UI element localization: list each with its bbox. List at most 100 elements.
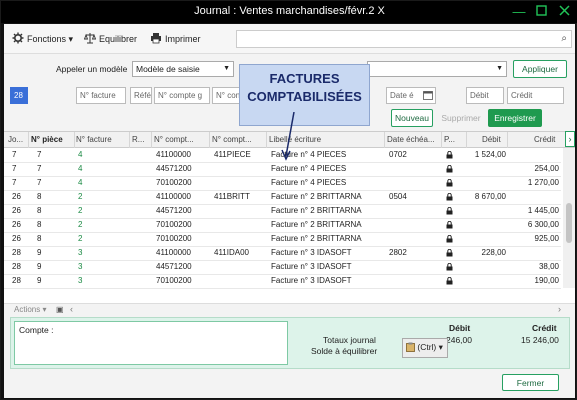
chevron-right-icon[interactable]: › [565,131,575,147]
lock-icon [446,192,453,201]
cell-label: Facture n° 3 IDASOFT [271,262,352,271]
col-divider[interactable] [441,132,442,148]
col-header-day[interactable]: Jo... [8,135,23,144]
scroll-left-icon[interactable]: ‹ [70,304,73,314]
chevron-down-icon: ▼ [496,65,503,72]
account-comment-field[interactable]: Compte : [14,321,288,365]
table-row[interactable]: 28 9 3 41100000 411IDA00 Facture n° 3 IDASOFT… [4,246,561,261]
close-button[interactable]: Fermer [502,374,559,391]
cell-account: 44571200 [156,262,192,271]
scale-icon [84,33,96,44]
model-select-value: Modèle de saisie [136,64,200,74]
col-header-account[interactable]: N° compt... [154,135,194,144]
col-divider[interactable] [151,132,152,148]
col-divider[interactable] [129,132,130,148]
grid-bottom-bar: Actions ▾ ▣ ‹ › [4,303,575,315]
total-credit-value: 15 246,00 [521,335,559,345]
cell-invoice: 3 [78,276,83,285]
table-row[interactable]: 28 9 3 44571200 Facture n° 3 IDASOFT 38,00 [4,260,561,275]
day-field[interactable]: 28 [10,87,28,104]
col-divider[interactable] [209,132,210,148]
toolbar: Fonctions ▾ Equilibrer Imprimer ⌕ [4,24,575,54]
table-row[interactable]: 26 8 2 44571200 Facture n° 2 BRITTARNA 1 445,… [4,204,561,219]
window-title-text: Journal : Ventes marchandises/févr.2 [194,5,375,17]
cell-day: 26 [12,206,21,215]
col-header-p[interactable]: P... [444,135,455,144]
delete-button[interactable]: Supprimer [438,109,484,127]
col-header-ref[interactable]: R... [132,135,144,144]
invoice-number-field[interactable]: N° facture [76,87,126,104]
col-divider[interactable] [266,132,267,148]
col-divider[interactable] [74,132,75,148]
apply-button[interactable]: Appliquer [513,60,567,78]
lock-icon [446,220,453,229]
actions-menu[interactable]: Actions ▾ [14,305,46,314]
balance-label: Solde à équilibrer [311,346,378,356]
totals-footer: Compte : Débit Crédit Totaux journal Sol… [10,317,570,369]
new-button[interactable]: Nouveau [391,109,433,127]
col-header-credit[interactable]: Crédit [534,135,555,144]
cell-label: Facture n° 2 BRITTARNA [271,192,362,201]
cell-account: 70100200 [156,276,192,285]
cell-credit: 190,00 [534,276,559,285]
cell-label: Facture n° 3 IDASOFT [271,276,352,285]
annotation-line-1: FACTURES [269,71,340,86]
minimize-icon[interactable]: — [511,4,527,20]
cell-day: 26 [12,220,21,229]
functions-menu[interactable]: Fonctions ▾ [12,32,73,45]
due-date-field[interactable]: Date é [386,87,436,104]
paste-ctrl-button[interactable]: (Ctrl) ▾ [402,338,448,358]
cell-credit: 38,00 [538,262,559,271]
balance-button[interactable]: Equilibrer [84,32,137,44]
search-input[interactable]: ⌕ [236,30,572,48]
cell-invoice: 2 [78,220,83,229]
table-row[interactable]: 26 8 2 70100200 Facture n° 2 BRITTARNA 6 300,… [4,218,561,233]
lock-icon [446,178,453,187]
chevron-down-icon: ▾ [68,34,74,44]
table-row[interactable]: 7 7 4 70100200 Facture n° 4 PIECES 1 270,00 [4,176,561,191]
table-row[interactable]: 28 9 3 70100200 Facture n° 3 IDASOFT 190,00 [4,274,561,289]
close-icon[interactable] [556,4,572,20]
table-row[interactable]: 26 8 2 70100200 Facture n° 2 BRITTARNA 925,00 [4,232,561,247]
lock-icon [446,164,453,173]
model-select[interactable]: Modèle de saisie ▼ [132,61,234,77]
col-divider[interactable] [28,132,29,148]
cell-piece: 9 [37,262,42,271]
account2-field[interactable]: N° con [212,87,242,104]
maximize-icon[interactable] [533,4,549,20]
table-row[interactable]: 7 7 4 44571200 Facture n° 4 PIECES 254,00 [4,162,561,177]
window-client: Fonctions ▾ Equilibrer Imprimer ⌕ Appele… [4,24,575,398]
cell-credit: 254,00 [534,164,559,173]
account-field[interactable]: N° compte g [154,87,210,104]
journal-totals-label: Totaux journal [323,335,376,345]
scroll-right-icon[interactable]: › [558,304,561,314]
chevron-down-icon: ▼ [223,65,230,72]
debit-field[interactable]: Débit [466,87,504,104]
col-divider[interactable] [466,132,467,148]
credit-field[interactable]: Crédit [507,87,564,104]
balance-label: Equilibrer [99,34,138,44]
cell-account: 70100200 [156,178,192,187]
ctrl-label: (Ctrl) [417,342,437,352]
col-header-debit[interactable]: Débit [482,135,501,144]
table-row[interactable]: 26 8 2 41100000 411BRITT Facture n° 2 BRITTAR… [4,190,561,205]
lock-icon [446,206,453,215]
col-divider[interactable] [507,132,508,148]
col-header-aux-account[interactable]: N° compt... [212,135,252,144]
col-divider[interactable] [384,132,385,148]
col-header-due-date[interactable]: Date échéa... [387,135,435,144]
vertical-scrollbar[interactable] [563,148,575,288]
cell-credit: 1 445,00 [527,206,559,215]
col-header-piece[interactable]: N° pièce [31,135,63,144]
model-field-2[interactable]: ▼ [367,61,507,77]
reference-field[interactable]: Réfé [130,87,152,104]
col-header-invoice[interactable]: N° facture [76,135,112,144]
save-button[interactable]: Enregistrer [488,109,542,127]
column-settings-icon[interactable]: ▣ [56,305,64,314]
print-button[interactable]: Imprimer [150,32,201,44]
scrollbar-thumb[interactable] [566,203,572,243]
cell-account: 41100000 [156,248,191,257]
due-date-placeholder: Date é [390,91,414,100]
cell-account: 70100200 [156,234,192,243]
lock-icon [446,234,453,243]
